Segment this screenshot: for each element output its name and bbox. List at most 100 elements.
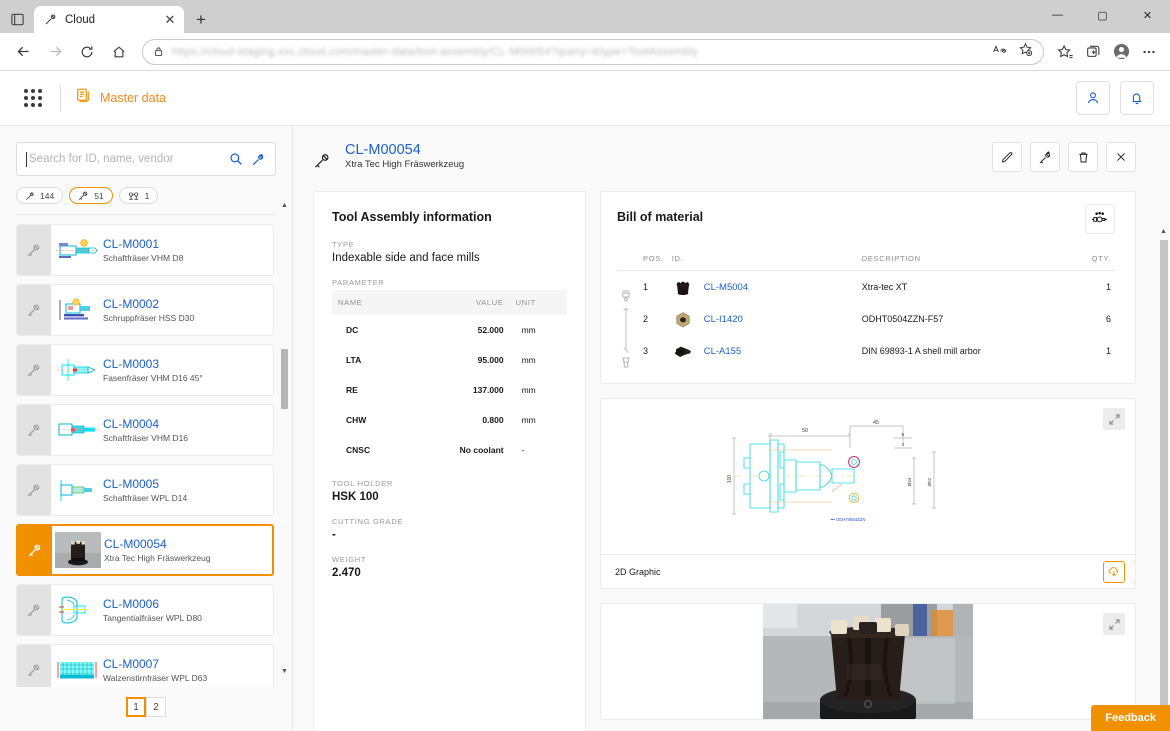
cad-drawing[interactable]: 50 45 5 3 100 Ø44 Ø52 ••• ODHT0504ZZN bbox=[601, 399, 1135, 554]
tool-thumbnail bbox=[51, 285, 103, 335]
tool-thumbnail bbox=[51, 585, 103, 635]
tool-assembly-icon bbox=[17, 285, 51, 335]
bom-qty: 6 bbox=[1105, 314, 1111, 324]
list-item[interactable]: CL-M0006 Tangentialfräser WPL D80 bbox=[16, 584, 274, 636]
star-add-icon[interactable] bbox=[1018, 42, 1033, 62]
bom-id-link[interactable]: CL-A155 bbox=[704, 346, 742, 357]
back-arrow-icon[interactable] bbox=[8, 37, 38, 67]
window-close-icon[interactable]: ✕ bbox=[1125, 0, 1170, 30]
bom-qty: 1 bbox=[1105, 282, 1111, 292]
more-options-icon[interactable] bbox=[1136, 39, 1162, 65]
user-icon[interactable] bbox=[1076, 81, 1110, 115]
scroll-up-arrow-icon[interactable]: ▲ bbox=[1157, 226, 1170, 235]
tool-photo[interactable] bbox=[763, 604, 973, 719]
profile-icon[interactable] bbox=[1108, 39, 1134, 65]
list-item[interactable]: CL-M0007 Walzenstirnfräser WPL D63 bbox=[16, 644, 274, 687]
scrollbar-thumb[interactable] bbox=[1160, 240, 1168, 710]
list-item[interactable]: CL-M0005 Schaftfräser WPL D14 bbox=[16, 464, 274, 516]
expand-icon[interactable] bbox=[1103, 408, 1125, 430]
bom-description: ODHT0504ZZN-F57 bbox=[861, 314, 944, 324]
list-item-desc: Tangentialfräser WPL D80 bbox=[103, 613, 202, 623]
collections-icon[interactable] bbox=[1080, 39, 1106, 65]
table-row[interactable]: 3 CL-A155 DIN 69893-1 A shell mill arbor… bbox=[617, 335, 1115, 367]
list-item-selected[interactable]: CL-M00054 Xtra Tec High Fräswerkzeug bbox=[16, 524, 274, 576]
address-bar[interactable]: https://cloud-staging.xxx.cloud.com/mast… bbox=[142, 38, 1044, 65]
app-header: Master data bbox=[0, 71, 1170, 126]
sidebar-scrollbar[interactable]: ▲ ▼ bbox=[279, 202, 290, 675]
list-item[interactable]: CL-M0003 Fasenfräser VHM D16 45° bbox=[16, 344, 274, 396]
svg-text:5: 5 bbox=[902, 432, 905, 437]
detail-header: CL-M00054 Xtra Tec High Fräswerkzeug bbox=[293, 126, 1170, 175]
content-scrollbar[interactable]: ▲ bbox=[1157, 226, 1170, 731]
scroll-down-arrow-icon[interactable]: ▼ bbox=[279, 668, 290, 675]
app-launcher-icon[interactable] bbox=[16, 81, 50, 115]
browser-tab[interactable]: Cloud ✕ bbox=[34, 6, 184, 33]
reload-icon[interactable] bbox=[72, 37, 102, 67]
table-row: LTA 95.000 mm bbox=[332, 345, 567, 375]
list-item[interactable]: CL-M0001 Schaftfräser VHM D8 bbox=[16, 224, 274, 276]
filter-chip-machines[interactable]: 1 bbox=[118, 187, 159, 204]
bom-id-link[interactable]: CL-I1420 bbox=[704, 314, 743, 325]
list-item-desc: Schaftfräser VHM D8 bbox=[103, 253, 184, 263]
table-row[interactable]: 1 CL-M5004 Xtra-tec XT 1 bbox=[617, 271, 1115, 304]
bom-id-cell: CL-A155 bbox=[668, 335, 858, 367]
svg-text:45: 45 bbox=[873, 420, 879, 426]
column-header-value: VALUE bbox=[410, 290, 510, 315]
tab-search-icon[interactable] bbox=[0, 5, 34, 33]
list-item-desc: Schaftfräser WPL D14 bbox=[103, 493, 188, 503]
detail-panel: CL-M00054 Xtra Tec High Fräswerkzeug Too… bbox=[293, 126, 1170, 731]
filter-chip-assemblies[interactable]: 51 bbox=[69, 187, 113, 204]
delete-button[interactable] bbox=[1068, 142, 1098, 172]
table-row[interactable]: 2 CL-I1420 ODHT0504ZZN-F57 6 bbox=[617, 303, 1115, 335]
list-item-desc: Walzenstirnfräser WPL D63 bbox=[103, 673, 208, 683]
svg-text:50: 50 bbox=[802, 428, 808, 434]
maximize-icon[interactable]: ▢ bbox=[1080, 0, 1125, 30]
edit-button[interactable] bbox=[992, 142, 1022, 172]
scrollbar-thumb[interactable] bbox=[281, 349, 288, 409]
favorites-icon[interactable] bbox=[1052, 39, 1078, 65]
read-aloud-icon[interactable] bbox=[992, 43, 1008, 61]
tool-assembly-title: Tool Assembly information bbox=[332, 210, 492, 224]
column-header-unit: UNIT bbox=[509, 290, 567, 315]
tool-thumbnail bbox=[51, 405, 103, 455]
photo-panel bbox=[600, 603, 1136, 720]
page-button-1[interactable]: 1 bbox=[126, 697, 146, 717]
master-data-label: Master data bbox=[100, 91, 167, 105]
list-item[interactable]: CL-M0004 Schaftfräser VHM D16 bbox=[16, 404, 274, 456]
expand-icon[interactable] bbox=[1103, 613, 1125, 635]
bom-id-link[interactable]: CL-M5004 bbox=[704, 282, 748, 293]
feedback-button[interactable]: Feedback bbox=[1091, 705, 1170, 731]
close-icon[interactable]: ✕ bbox=[162, 12, 178, 28]
search-input[interactable] bbox=[29, 153, 221, 165]
close-button[interactable] bbox=[1106, 142, 1136, 172]
new-tab-button[interactable]: + bbox=[188, 7, 214, 33]
list-item-id: CL-M0003 bbox=[103, 357, 160, 371]
param-value: 95.000 bbox=[477, 355, 504, 365]
scroll-up-arrow-icon[interactable]: ▲ bbox=[279, 202, 290, 209]
cutting-grade-label: CUTTING GRADE bbox=[332, 517, 404, 526]
breadcrumb-master-data[interactable]: Master data bbox=[75, 87, 166, 109]
notification-bell-icon[interactable] bbox=[1120, 81, 1154, 115]
search-box[interactable] bbox=[16, 142, 276, 176]
add-tool-button[interactable] bbox=[1030, 142, 1060, 172]
search-icon[interactable] bbox=[229, 152, 243, 166]
table-row: DC 52.000 mm bbox=[332, 315, 567, 345]
list-item[interactable]: CL-M0002 Schruppfräser HSS D30 bbox=[16, 284, 274, 336]
cutting-grade-value: - bbox=[332, 529, 336, 541]
svg-text:Ø52: Ø52 bbox=[927, 477, 932, 486]
page-button-2[interactable]: 2 bbox=[146, 697, 166, 717]
cloud-download-icon[interactable] bbox=[1103, 560, 1125, 583]
window-controls: — ▢ ✕ bbox=[1035, 0, 1170, 30]
filter-chip-tools[interactable]: 144 bbox=[16, 187, 64, 204]
graphic-label: 2D Graphic bbox=[615, 566, 661, 577]
tool-list: CL-M0001 Schaftfräser VHM D8 CL-M0002 Sc… bbox=[0, 215, 292, 687]
weight-value: 2.470 bbox=[332, 567, 361, 579]
scrollbar-track[interactable] bbox=[281, 214, 288, 663]
minimize-icon[interactable]: — bbox=[1035, 0, 1080, 30]
add-tool-icon[interactable] bbox=[251, 152, 266, 167]
assembly-view-icon[interactable] bbox=[1085, 204, 1115, 234]
home-icon[interactable] bbox=[104, 37, 134, 67]
type-label: TYPE bbox=[332, 240, 355, 249]
tool-thumbnail bbox=[51, 645, 103, 687]
bill-of-material-card: Bill of material POS. ID. DESCRIPTION QT… bbox=[600, 191, 1136, 384]
